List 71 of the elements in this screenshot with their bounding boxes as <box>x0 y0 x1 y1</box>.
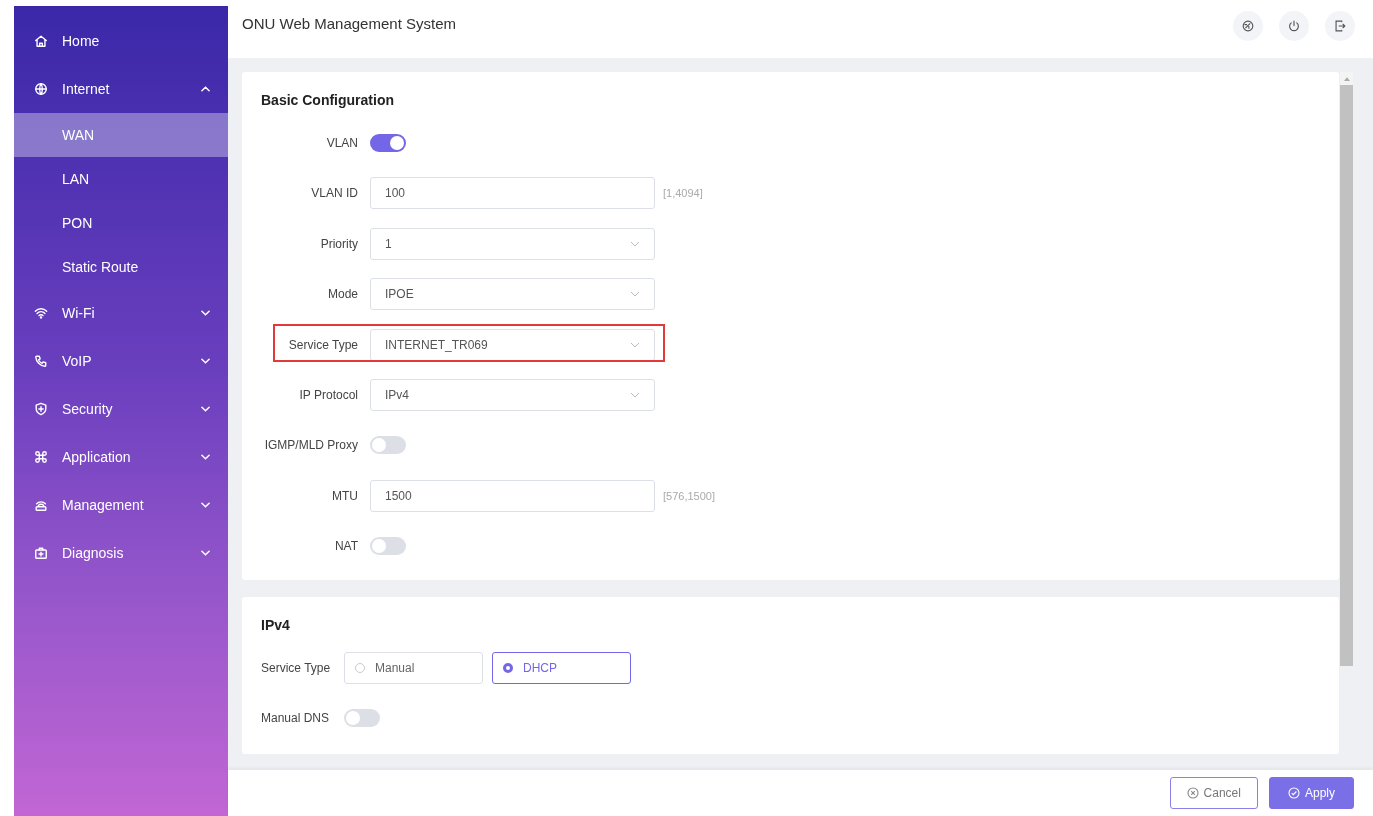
field-label: VLAN ID <box>310 186 358 201</box>
chevron-down-icon <box>201 310 210 316</box>
logout-icon <box>1333 19 1347 33</box>
phone-icon <box>34 354 48 368</box>
logout-button[interactable] <box>1325 11 1355 41</box>
chevron-down-icon <box>630 291 640 298</box>
home-icon <box>34 34 48 48</box>
input-field[interactable]: 1500 <box>370 479 655 512</box>
input-field[interactable]: 100 <box>370 177 655 210</box>
field-label: Mode <box>326 287 358 302</box>
scrollbar[interactable] <box>1340 72 1353 666</box>
field-label: MTU <box>331 488 358 503</box>
shield-icon <box>34 402 48 416</box>
dashboard-button[interactable] <box>1233 11 1263 41</box>
chevron-down-icon <box>630 341 640 348</box>
arrow-up-icon <box>1343 77 1350 81</box>
command-icon <box>34 450 48 464</box>
check-circle-icon <box>1287 787 1300 799</box>
power-button[interactable] <box>1279 11 1309 41</box>
chevron-down-icon <box>630 240 640 247</box>
medkit-icon <box>34 546 48 560</box>
sidebar-item[interactable]: Security <box>14 385 228 433</box>
field-label: Service Type <box>261 661 332 675</box>
toggle-switch[interactable] <box>370 436 406 455</box>
close-circle-icon <box>1186 787 1199 799</box>
chevron-down-icon <box>201 454 210 460</box>
select-field[interactable]: 1 <box>370 227 655 260</box>
select-field[interactable]: IPOE <box>370 278 655 311</box>
field-label: IP Protocol <box>298 387 358 402</box>
chevron-down-icon <box>201 358 210 364</box>
gauge-icon <box>1241 19 1255 33</box>
field-label: VLAN <box>325 136 358 150</box>
range-hint: [576,1500] <box>663 489 715 502</box>
power-icon <box>1287 19 1301 33</box>
chevron-down-icon <box>201 406 210 412</box>
select-field[interactable]: INTERNET_TR069 <box>370 328 655 361</box>
section-title: Basic Configuration <box>261 92 395 108</box>
sidebar-item[interactable]: VoIP <box>14 337 228 385</box>
toggle-switch[interactable] <box>370 537 406 556</box>
field-label: Manual DNS <box>261 711 331 725</box>
apply-button[interactable]: Apply <box>1268 777 1354 809</box>
chevron-up-icon <box>201 86 210 92</box>
sidebar-item[interactable]: Internet <box>14 65 228 113</box>
wifi-icon <box>34 306 48 320</box>
select-field[interactable]: IPv4 <box>370 378 655 411</box>
sidebar-item[interactable]: Application <box>14 433 228 481</box>
toggle-switch[interactable] <box>370 134 406 152</box>
radio-option[interactable]: Manual <box>344 652 483 684</box>
sidebar-subitem[interactable]: WAN <box>14 113 228 157</box>
sidebar-item[interactable]: Home <box>14 17 228 65</box>
sidebar-item[interactable]: Management <box>14 481 228 529</box>
sidebar-subitem[interactable]: LAN <box>14 157 228 201</box>
globe-icon <box>34 82 48 96</box>
field-label: Service Type <box>287 337 358 352</box>
cancel-button[interactable]: Cancel <box>1169 777 1258 809</box>
chevron-down-icon <box>201 550 210 556</box>
radio-option[interactable]: DHCP <box>492 652 631 684</box>
field-label: NAT <box>333 539 358 554</box>
chevron-down-icon <box>630 391 640 398</box>
section-title: IPv4 <box>261 617 291 633</box>
chevron-down-icon <box>201 502 210 508</box>
field-label: IGMP/MLD Proxy <box>263 438 358 453</box>
sidebar-subitem[interactable]: PON <box>14 201 228 245</box>
range-hint: [1,4094] <box>663 187 703 200</box>
sidebar-item[interactable]: Diagnosis <box>14 529 228 577</box>
field-label: Priority <box>319 236 358 251</box>
page-title: ONU Web Management System <box>242 14 457 32</box>
toggle-switch[interactable] <box>344 709 380 727</box>
sidebar-item[interactable]: Wi-Fi <box>14 289 228 337</box>
sidebar-subitem[interactable]: Static Route <box>14 245 228 289</box>
router-icon <box>34 498 48 512</box>
